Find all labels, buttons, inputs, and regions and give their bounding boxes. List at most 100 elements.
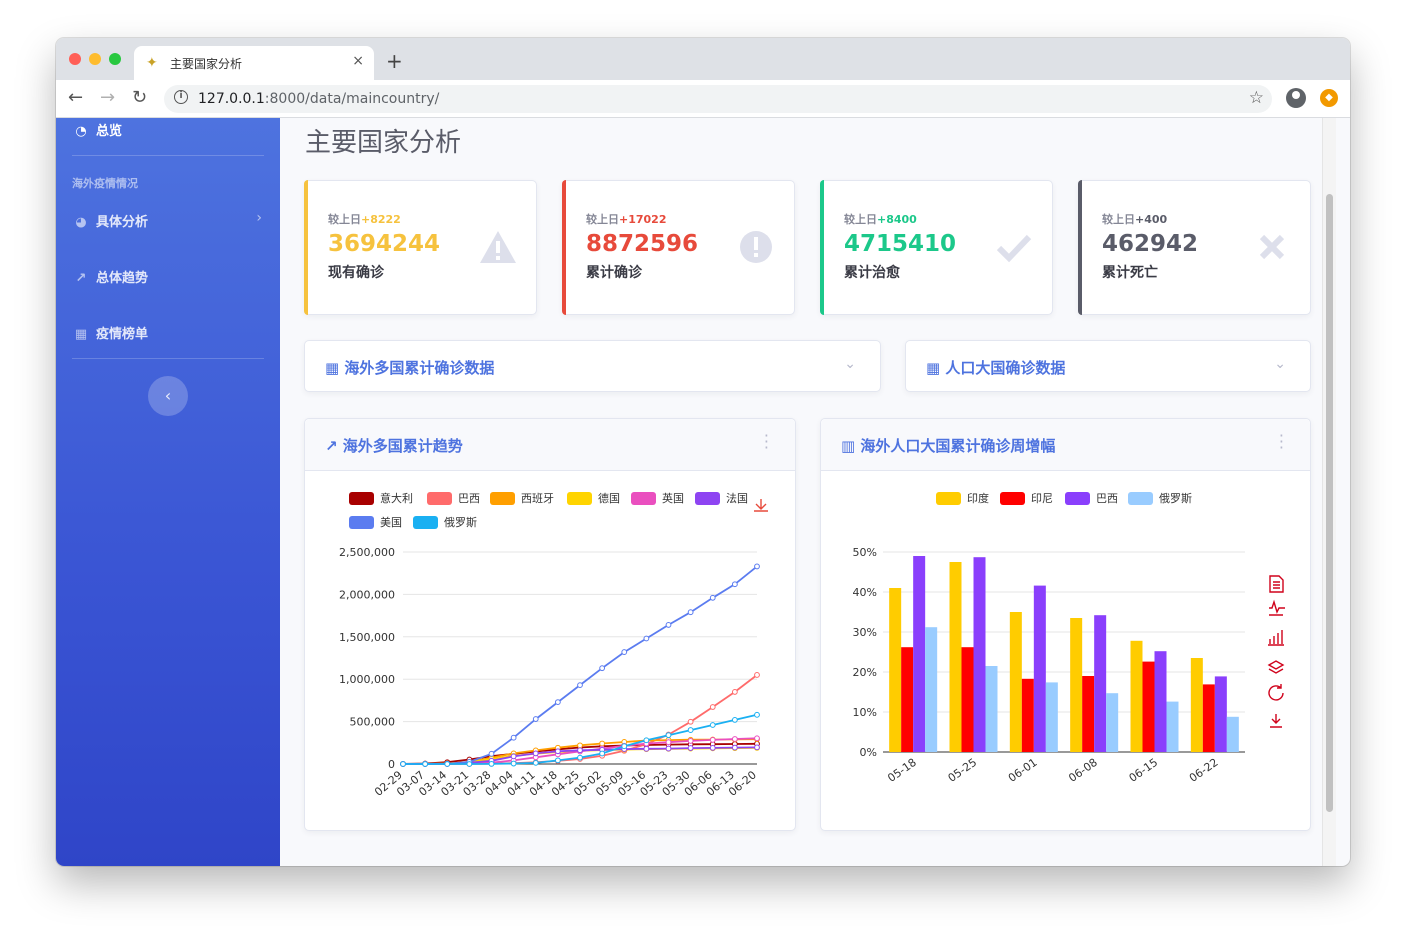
stat-card-recovered: 较上日+8400 4715410 累计治愈	[820, 180, 1053, 315]
browser-tab[interactable]: ✦ 主要国家分析 ×	[134, 46, 374, 80]
legend-label: 德国	[598, 491, 620, 505]
y-tick-label: 30%	[853, 626, 877, 639]
pie-chart-icon: ◕	[75, 215, 87, 230]
back-arrow-icon[interactable]: ←	[68, 87, 83, 108]
bar	[1070, 618, 1083, 752]
url-text[interactable]: 127.0.0.1:8000/data/maincountry/	[198, 91, 439, 107]
star-icon[interactable]: ☆	[1249, 88, 1264, 108]
more-options-icon[interactable]: · · ·	[1279, 428, 1284, 456]
legend-swatch	[427, 492, 452, 505]
sidebar-heading: 海外疫情情况	[72, 177, 138, 190]
bar	[1009, 612, 1022, 752]
stat-delta: 较上日+8222	[328, 213, 401, 226]
bar	[1190, 658, 1203, 752]
legend-swatch	[1000, 492, 1025, 505]
legend-item: 印度	[936, 491, 989, 505]
scrollbar-thumb[interactable]	[1326, 194, 1333, 812]
data-point	[599, 665, 606, 672]
stat-delta: 较上日+8400	[844, 213, 917, 226]
data-point	[599, 740, 606, 747]
new-tab-button[interactable]: +	[386, 49, 403, 73]
y-tick-label: 2,500,000	[339, 546, 395, 559]
stat-card-confirmed: 较上日+17022 8872596 累计确诊	[562, 180, 795, 315]
legend-item: 意大利	[349, 491, 413, 505]
weekly-bar-chart: 印度 印尼 巴西 俄罗斯 0% 10% 20% 30% 40% 50% 05-18 05-25 06-0…	[853, 491, 1285, 785]
chevron-down-icon[interactable]: ⌄	[1274, 356, 1286, 372]
sidebar-toggle-button[interactable]: ‹	[148, 376, 188, 416]
sidebar-item-label: 疫情榜单	[96, 327, 149, 342]
bar	[961, 647, 974, 752]
table-icon: ▦	[74, 327, 88, 342]
bar	[949, 562, 962, 752]
data-point	[754, 735, 760, 742]
bar	[1214, 676, 1227, 752]
stat-card-deaths: 较上日+400 462942 累计死亡	[1078, 180, 1311, 315]
bar	[1202, 684, 1215, 752]
forward-arrow-icon[interactable]: →	[100, 87, 115, 108]
legend-swatch	[349, 516, 374, 529]
more-options-icon[interactable]: · · ·	[764, 428, 769, 456]
sidebar-item-overall-trend[interactable]: ↗ 总体趋势	[72, 267, 148, 286]
close-window-button[interactable]	[69, 53, 81, 65]
account-icon[interactable]	[1286, 88, 1306, 108]
page-content: ◔ 总览 海外疫情情况 ◕ 具体分析 › ↗ 总体趋势 ▦ 疫情榜单 ‹ 主要国家分析 …	[56, 118, 1350, 866]
bar	[1082, 676, 1095, 752]
stat-delta: 较上日+17022	[586, 213, 667, 226]
info-icon[interactable]: i	[174, 90, 188, 104]
bar	[973, 557, 986, 752]
data-point	[687, 745, 694, 751]
line-switch-icon	[1269, 599, 1285, 616]
data-point	[510, 734, 517, 741]
download-icon	[754, 499, 768, 512]
tab-title: 主要国家分析	[170, 57, 243, 71]
address-bar[interactable]: i 127.0.0.1:8000/data/maincountry/ ☆	[164, 85, 1272, 113]
legend-label: 俄罗斯	[1159, 492, 1192, 505]
data-point	[444, 761, 451, 767]
close-tab-icon[interactable]: ×	[352, 53, 364, 69]
sidebar-item-detail-analysis[interactable]: ◕ 具体分析	[72, 211, 148, 230]
extension-icon[interactable]: ◆	[1320, 89, 1338, 107]
legend-item: 美国	[349, 516, 402, 529]
minimize-window-button[interactable]	[89, 53, 101, 65]
accent-bar	[304, 180, 308, 315]
data-point	[400, 761, 406, 767]
zoom-window-button[interactable]	[109, 53, 121, 65]
restore-icon	[1268, 684, 1284, 701]
sidebar-item-label: 总览	[96, 124, 123, 139]
x-tick-label: 06-01	[1006, 756, 1040, 785]
legend-item: 西班牙	[490, 492, 554, 505]
y-tick-label: 10%	[853, 706, 877, 719]
legend-item: 巴西	[1065, 492, 1118, 505]
bar	[1106, 693, 1119, 752]
sidebar-item-ranking[interactable]: ▦ 疫情榜单	[72, 323, 148, 342]
legend-swatch	[1128, 492, 1153, 505]
y-tick-label: 0%	[860, 746, 877, 759]
data-point	[422, 761, 429, 767]
page-scrollbar[interactable]	[1322, 118, 1336, 866]
reload-icon[interactable]: ↻	[132, 87, 147, 108]
x-tick-label: 05-25	[946, 756, 980, 785]
data-point	[554, 699, 561, 705]
accent-bar	[820, 180, 824, 315]
collapse-panel-overseas-data[interactable]: ▦ 海外多国累计确诊数据 ⌄	[304, 340, 881, 392]
collapse-panel-population-data[interactable]: ▦ 人口大国确诊数据 ⌄	[905, 340, 1311, 392]
legend-swatch	[567, 492, 592, 505]
data-point	[709, 704, 716, 710]
page-title: 主要国家分析	[305, 128, 462, 158]
stat-label: 累计治愈	[844, 265, 900, 281]
sidebar-item-dashboard[interactable]: ◔ 总览	[72, 120, 122, 139]
bar	[1021, 678, 1034, 752]
data-point	[466, 761, 473, 767]
bar	[925, 627, 938, 752]
chevron-down-icon[interactable]: ⌄	[844, 356, 856, 372]
stat-value: 8872596	[586, 231, 699, 257]
main-area: 主要国家分析 较上日+8222 3694244 现有确诊 较上日+17022 8…	[280, 118, 1336, 866]
data-point	[532, 750, 539, 757]
data-point	[554, 748, 561, 755]
x-tick-label: 05-18	[885, 756, 919, 785]
data-point	[577, 747, 583, 754]
data-point	[754, 563, 760, 570]
card-header: ↗ 海外多国累计趋势 · · ·	[305, 419, 795, 471]
warning-icon	[478, 227, 518, 267]
sidebar-item-label: 具体分析	[96, 215, 149, 230]
